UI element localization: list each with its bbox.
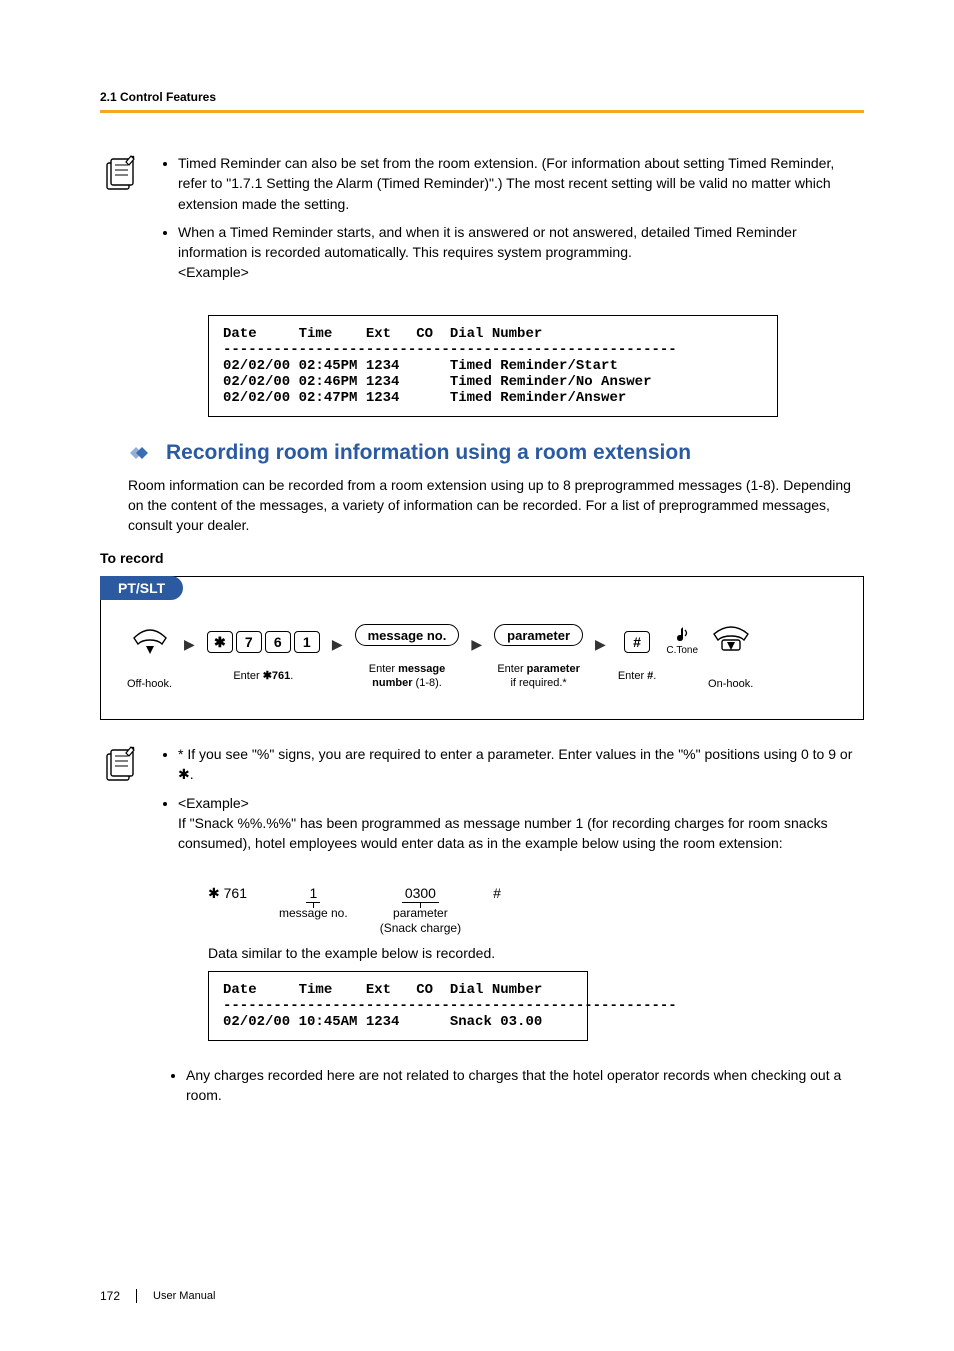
- diamond-bullet-icon: [128, 445, 156, 461]
- caption-message-no: Enter message number (1-8).: [369, 662, 445, 691]
- ctone-icon: C.Tone: [666, 624, 698, 656]
- header-rule: [100, 110, 864, 113]
- footer-label: User Manual: [153, 1290, 215, 1302]
- caption-parameter: Enter parameter if required.*: [497, 662, 580, 691]
- example-hash: #: [493, 885, 501, 902]
- page-number: 172: [100, 1289, 120, 1303]
- note2-item2: <Example> If "Snack %%.%%" has been prog…: [178, 793, 864, 854]
- key-7: 7: [236, 631, 262, 653]
- note2-postline: Data similar to the example below is rec…: [208, 945, 864, 961]
- note3-item: Any charges recorded here are not relate…: [186, 1065, 864, 1106]
- example-msg-val: 1: [306, 885, 320, 903]
- section-intro: Room information can be recorded from a …: [128, 475, 864, 536]
- example-param-val: 0300: [402, 885, 439, 903]
- notes-block-3: Any charges recorded here are not relate…: [168, 1065, 864, 1114]
- note1-item1: Timed Reminder can also be set from the …: [178, 153, 864, 214]
- caption-hash: Enter #.: [618, 669, 657, 683]
- subheading-to-record: To record: [100, 550, 864, 566]
- note2-item1: * If you see "%" signs, you are required…: [178, 744, 864, 785]
- example-prefix: ✱ 761: [208, 885, 247, 902]
- procedure-tab: PT/SLT: [100, 576, 183, 600]
- arrow-icon: ▶: [593, 636, 608, 653]
- keys-761: ✱ 7 6 1: [207, 631, 320, 653]
- key-6: 6: [265, 631, 291, 653]
- notes-block-1: Timed Reminder can also be set from the …: [100, 153, 864, 291]
- example-param-sublabel: (Snack charge): [380, 921, 461, 935]
- notepad-icon: [100, 744, 140, 861]
- page-footer: 172 User Manual: [100, 1289, 215, 1303]
- key-1: 1: [294, 631, 320, 653]
- note1-item2: When a Timed Reminder starts, and when i…: [178, 222, 864, 283]
- log-example-1: Date Time Ext CO Dial Number -----------…: [208, 315, 778, 417]
- notes-block-2: * If you see "%" signs, you are required…: [100, 744, 864, 861]
- notepad-icon: [100, 153, 140, 291]
- key-parameter: parameter: [494, 624, 583, 646]
- log-example-2: Date Time Ext CO Dial Number -----------…: [208, 971, 588, 1041]
- arrow-icon: ▶: [330, 636, 345, 653]
- section-path: 2.1 Control Features: [100, 90, 864, 104]
- procedure-box: PT/SLT Off-hook. ▶ ✱ 7 6 1: [100, 576, 864, 720]
- offhook-icon: [130, 624, 170, 661]
- arrow-icon: ▶: [469, 636, 484, 653]
- section-heading: Recording room information using a room …: [166, 441, 691, 465]
- caption-offhook: Off-hook.: [127, 677, 172, 691]
- example-breakdown: ✱ 761 1 message no. 0300 parameter (Snac…: [208, 885, 864, 935]
- caption-enter761: Enter ✱761.: [233, 669, 293, 683]
- caption-onhook: On-hook.: [708, 677, 753, 691]
- key-message-no: message no.: [355, 624, 460, 646]
- arrow-icon: ▶: [182, 636, 197, 653]
- example-msg-label: message no.: [279, 906, 348, 920]
- example-param-label: parameter: [393, 906, 448, 920]
- key-star: ✱: [207, 631, 233, 653]
- onhook-icon: [710, 624, 752, 661]
- key-hash: #: [624, 631, 650, 653]
